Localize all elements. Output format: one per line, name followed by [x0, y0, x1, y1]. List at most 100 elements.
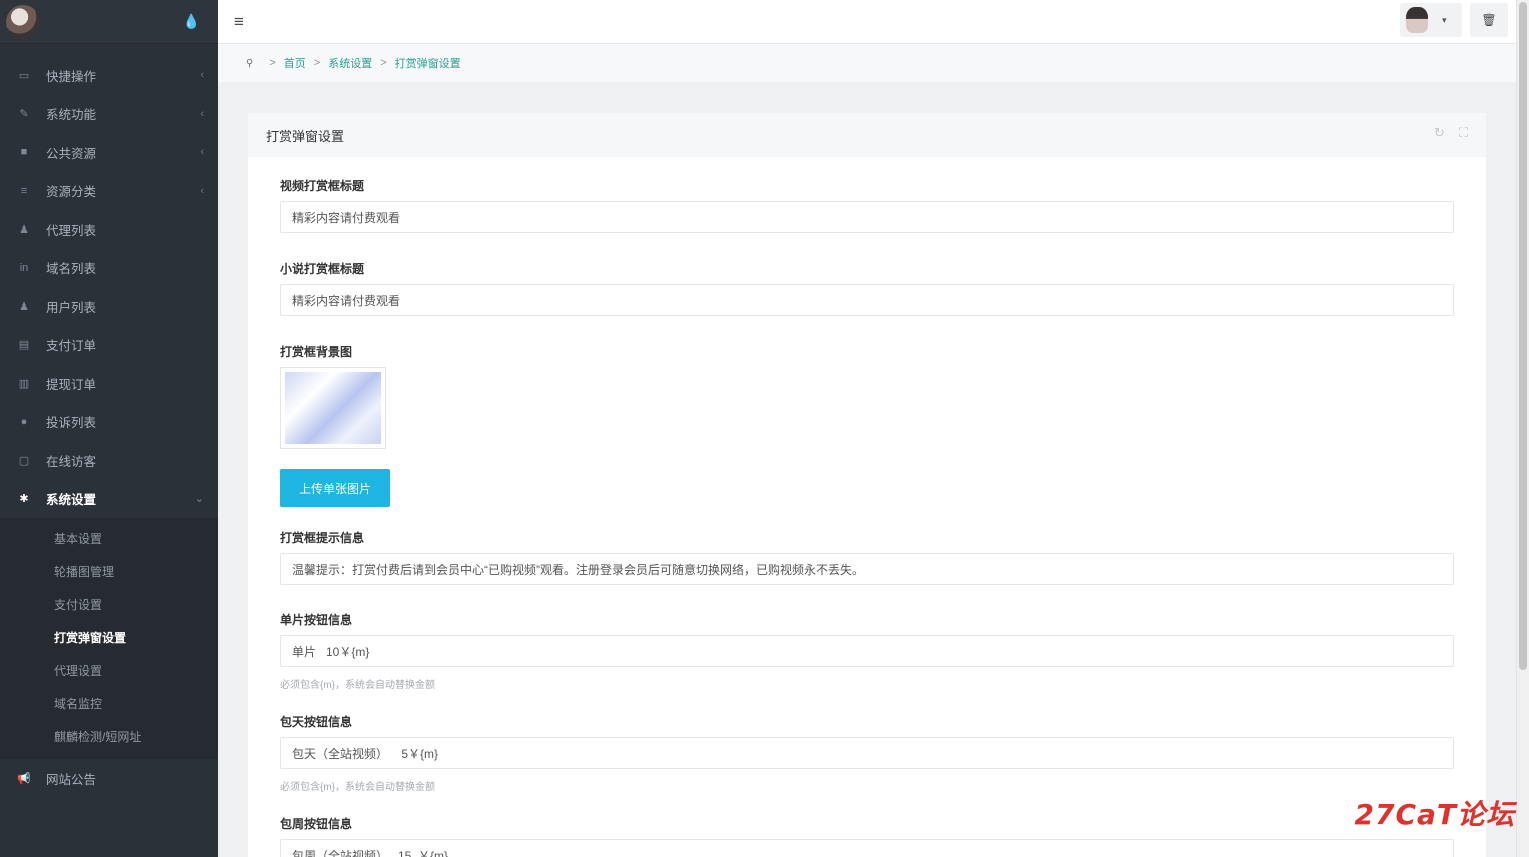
submenu-item-domain-monitor[interactable]: 域名监控 — [0, 687, 218, 720]
chevron-left-icon: ‹ — [200, 184, 204, 197]
folder-icon: ▭ — [18, 69, 30, 82]
avatar — [1406, 7, 1428, 33]
breadcrumb-separator: > — [380, 57, 387, 69]
bank-icon: ▥ — [18, 377, 30, 390]
hamburger-menu-icon[interactable]: ≡ — [234, 12, 244, 32]
expand-icon[interactable]: ⛶ — [1459, 125, 1468, 141]
settings-panel: 打赏弹窗设置 ↻ ⛶ 视频打赏框标题 小说打赏框标题 打赏框背景图 上传单张图片… — [248, 113, 1486, 857]
panel-tools: ↻ ⛶ — [1434, 125, 1468, 141]
sidebar-item-online-visitors[interactable]: ▢ 在线访客 — [0, 441, 218, 480]
scrollbar-thumb[interactable] — [1519, 2, 1527, 670]
video-title-input[interactable] — [280, 201, 1454, 233]
user-menu[interactable]: ▾ — [1400, 3, 1462, 37]
chevron-left-icon: ‹ — [200, 69, 204, 82]
chevron-left-icon: ‹ — [200, 146, 204, 159]
alert-circle-icon: ● — [20, 415, 28, 428]
breadcrumb: ⚲ > 首页 > 系统设置 > 打赏弹窗设置 — [218, 44, 1516, 82]
submenu-item-agent[interactable]: 代理设置 — [0, 654, 218, 687]
submenu-item-basic[interactable]: 基本设置 — [0, 522, 218, 555]
sidebar-item-label: 系统功能 — [46, 108, 97, 123]
document-icon: ▤ — [18, 339, 30, 352]
sidebar-item-withdraw-orders[interactable]: ▥ 提现订单 — [0, 364, 218, 403]
sidebar-item-quick-ops[interactable]: ▭ 快捷操作 ‹ — [0, 56, 218, 95]
sidebar-header: 💧 — [0, 0, 218, 44]
novel-title-input[interactable] — [280, 284, 1454, 316]
sidebar-item-user-list[interactable]: ♟ 用户列表 — [0, 287, 218, 326]
sidebar-item-announcements[interactable]: 📢 网站公告 — [0, 759, 218, 798]
upload-image-button[interactable]: 上传单张图片 — [280, 469, 390, 507]
submenu-item-short-url[interactable]: 麒麟检测/短网址 — [0, 720, 218, 753]
reward-popup-form: 视频打赏框标题 小说打赏框标题 打赏框背景图 上传单张图片 打赏框提示信息 单片… — [248, 157, 1486, 857]
day-button-input[interactable] — [280, 737, 1454, 769]
sidebar-item-label: 快捷操作 — [46, 69, 97, 84]
submenu-item-reward-popup[interactable]: 打赏弹窗设置 — [0, 621, 218, 654]
background-image-label: 打赏框背景图 — [280, 345, 353, 359]
caret-down-icon: ▾ — [1442, 14, 1447, 25]
list-icon: ≡ — [20, 184, 28, 197]
wrench-icon: ✎ — [19, 108, 29, 121]
megaphone-icon: 📢 — [17, 772, 31, 785]
sidebar-item-complaints[interactable]: ● 投诉列表 — [0, 403, 218, 442]
breadcrumb-system-settings[interactable]: 系统设置 — [328, 55, 372, 71]
sidebar-item-label: 在线访客 — [46, 454, 97, 469]
sidebar: 💧 ▭ 快捷操作 ‹ ✎ 系统功能 ‹ ■ 公共资源 ‹ ≡ 资源分类 ‹ ♟ … — [0, 0, 218, 857]
background-image-thumbnail[interactable] — [280, 367, 386, 449]
sidebar-item-label: 用户列表 — [46, 300, 97, 315]
chevron-down-icon: ⌄ — [194, 493, 204, 506]
users-icon: ♟ — [19, 223, 29, 236]
single-button-label: 单片按钮信息 — [280, 613, 353, 627]
top-bar: ≡ ▾ 🗑 — [218, 0, 1516, 44]
database-icon: ▢ — [18, 454, 30, 467]
sidebar-item-agent-list[interactable]: ♟ 代理列表 — [0, 210, 218, 249]
panel-title: 打赏弹窗设置 — [266, 128, 345, 144]
sidebar-item-resource-categories[interactable]: ≡ 资源分类 ‹ — [0, 172, 218, 211]
linkedin-icon: in — [19, 261, 29, 274]
sidebar-avatar[interactable] — [6, 4, 40, 39]
day-button-label: 包天按钮信息 — [280, 715, 353, 729]
sidebar-item-system-settings[interactable]: ✱ 系统设置 ⌄ — [0, 480, 218, 519]
week-button-label: 包周按钮信息 — [280, 817, 353, 831]
refresh-icon[interactable]: ↻ — [1434, 125, 1445, 141]
submenu-item-payment[interactable]: 支付设置 — [0, 588, 218, 621]
sidebar-item-label: 域名列表 — [46, 262, 97, 277]
sidebar-menu: ▭ 快捷操作 ‹ ✎ 系统功能 ‹ ■ 公共资源 ‹ ≡ 资源分类 ‹ ♟ 代理… — [0, 44, 218, 518]
water-drop-icon[interactable]: 💧 — [183, 13, 200, 30]
sidebar-item-label: 网站公告 — [46, 772, 97, 787]
tip-input[interactable] — [280, 553, 1454, 585]
gear-icon: ✱ — [19, 493, 29, 506]
sidebar-item-label: 公共资源 — [46, 146, 97, 161]
user-icon: ♟ — [19, 300, 29, 313]
sidebar-item-label: 资源分类 — [46, 185, 97, 200]
video-title-label: 视频打赏框标题 — [280, 179, 365, 193]
trash-icon[interactable]: 🗑 — [1470, 3, 1508, 37]
panel-header: 打赏弹窗设置 ↻ ⛶ — [248, 113, 1486, 157]
single-button-input[interactable] — [280, 635, 1454, 667]
sidebar-item-label: 系统设置 — [46, 493, 97, 508]
map-pin-icon: ⚲ — [246, 57, 254, 69]
novel-title-label: 小说打赏框标题 — [280, 262, 365, 276]
week-button-input[interactable] — [280, 839, 1454, 857]
video-icon: ■ — [20, 146, 28, 159]
sidebar-item-label: 支付订单 — [46, 339, 97, 354]
breadcrumb-current[interactable]: 打赏弹窗设置 — [395, 55, 461, 71]
single-button-group: 单片按钮信息 必须包含{m}，系统会自动替换金额 — [280, 611, 1454, 691]
sidebar-item-domain-list[interactable]: in 域名列表 — [0, 249, 218, 288]
week-button-group: 包周按钮信息 必须包含{m}，系统会自动替换金额 — [280, 815, 1454, 857]
day-button-group: 包天按钮信息 必须包含{m}，系统会自动替换金额 — [280, 713, 1454, 793]
submenu-item-carousel[interactable]: 轮播图管理 — [0, 555, 218, 588]
breadcrumb-home[interactable]: 首页 — [284, 55, 306, 71]
sidebar-item-system-functions[interactable]: ✎ 系统功能 ‹ — [0, 95, 218, 134]
background-image-preview — [285, 372, 381, 444]
sidebar-item-public-resources[interactable]: ■ 公共资源 ‹ — [0, 133, 218, 172]
breadcrumb-separator: > — [313, 57, 321, 69]
sidebar-item-label: 代理列表 — [46, 223, 97, 238]
tip-label: 打赏框提示信息 — [280, 531, 365, 545]
watermark-logo: 27CaT论坛 — [1354, 798, 1515, 831]
chevron-left-icon: ‹ — [200, 107, 204, 120]
page-scrollbar[interactable] — [1516, 0, 1529, 857]
sidebar-menu-bottom: 📢 网站公告 — [0, 759, 218, 798]
background-image-group: 打赏框背景图 上传单张图片 — [280, 343, 1454, 507]
sidebar-item-payment-orders[interactable]: ▤ 支付订单 — [0, 326, 218, 365]
video-title-group: 视频打赏框标题 — [280, 177, 1454, 233]
sidebar-item-label: 投诉列表 — [46, 416, 97, 431]
